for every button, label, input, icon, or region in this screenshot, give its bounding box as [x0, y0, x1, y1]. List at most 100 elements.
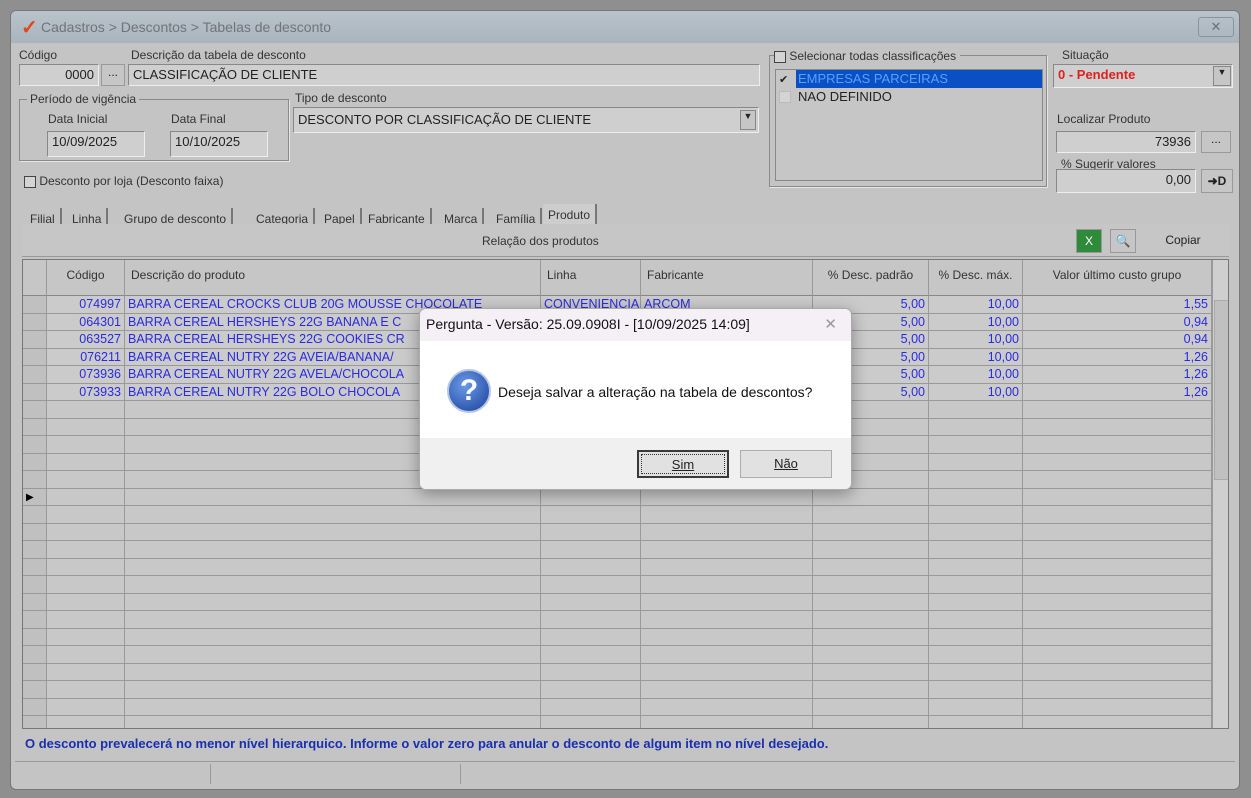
- row-indicator[interactable]: [23, 453, 47, 471]
- dialog-message: Deseja salvar a alteração na tabela de d…: [498, 384, 813, 400]
- cell-desc-max: 10,00: [929, 296, 1023, 314]
- row-indicator[interactable]: [23, 523, 47, 541]
- localizar-lookup-button[interactable]: ...: [1201, 131, 1231, 153]
- row-indicator[interactable]: [23, 681, 47, 699]
- cell-codigo: 063527: [47, 331, 125, 349]
- table-row[interactable]: [23, 698, 1212, 716]
- codigo-field[interactable]: 0000: [19, 64, 99, 86]
- close-button[interactable]: ✕: [1198, 17, 1234, 37]
- desconto-loja-checkbox[interactable]: Desconto por loja (Desconto faixa): [24, 174, 223, 188]
- row-indicator[interactable]: [23, 436, 47, 454]
- table-row[interactable]: [23, 681, 1212, 699]
- cell-linha: [541, 628, 641, 646]
- table-row[interactable]: [23, 523, 1212, 541]
- selecionar-todas-checkbox[interactable]: Selecionar todas classificações: [774, 49, 961, 63]
- cell-descricao: [125, 681, 541, 699]
- cell-valor-custo: 1,26: [1023, 348, 1212, 366]
- table-row[interactable]: [23, 646, 1212, 664]
- table-row[interactable]: [23, 663, 1212, 681]
- row-indicator[interactable]: [23, 471, 47, 489]
- sugerir-field[interactable]: 0,00: [1056, 169, 1196, 193]
- row-indicator[interactable]: [23, 593, 47, 611]
- row-indicator[interactable]: [23, 366, 47, 384]
- apply-suggestion-button[interactable]: ➜D: [1201, 169, 1233, 193]
- cell-valor-custo: 0,94: [1023, 313, 1212, 331]
- row-indicator[interactable]: [23, 646, 47, 664]
- row-indicator[interactable]: [23, 611, 47, 629]
- table-row[interactable]: [23, 611, 1212, 629]
- descricao-field[interactable]: CLASSIFICAÇÃO DE CLIENTE: [128, 64, 760, 86]
- row-indicator[interactable]: [23, 628, 47, 646]
- situacao-select[interactable]: 0 - Pendente ▼: [1053, 64, 1233, 88]
- row-indicator[interactable]: [23, 698, 47, 716]
- column-header-fabricante[interactable]: Fabricante: [641, 260, 813, 296]
- cell-descricao: [125, 716, 541, 728]
- row-indicator[interactable]: [23, 348, 47, 366]
- current-row-arrow-icon[interactable]: ▶: [23, 488, 47, 506]
- row-indicator[interactable]: [23, 296, 47, 314]
- vertical-scrollbar[interactable]: [1212, 260, 1228, 728]
- column-header-desc-max[interactable]: % Desc. máx.: [929, 260, 1023, 296]
- table-row[interactable]: [23, 576, 1212, 594]
- scrollbar-thumb[interactable]: [1214, 300, 1228, 480]
- table-row[interactable]: [23, 541, 1212, 559]
- localizar-field[interactable]: 73936: [1056, 131, 1196, 153]
- checkbox-icon: [774, 50, 786, 63]
- column-header-descricao[interactable]: Descrição do produto: [125, 260, 541, 296]
- dialog-close-button[interactable]: ✕: [824, 315, 837, 333]
- cell-fabricante: [641, 593, 813, 611]
- table-row[interactable]: [23, 593, 1212, 611]
- excel-export-button[interactable]: X: [1076, 229, 1102, 253]
- codigo-label: Código: [19, 48, 58, 62]
- row-indicator[interactable]: [23, 541, 47, 559]
- row-indicator[interactable]: [23, 663, 47, 681]
- list-item[interactable]: ✔ EMPRESAS PARCEIRAS: [776, 70, 1042, 88]
- row-indicator[interactable]: [23, 506, 47, 524]
- cell-desc-padrao: [813, 488, 929, 506]
- row-indicator[interactable]: [23, 418, 47, 436]
- cell-fabricante: [641, 628, 813, 646]
- cell-codigo: 074997: [47, 296, 125, 314]
- table-row[interactable]: [23, 558, 1212, 576]
- classificacoes-list[interactable]: ✔ EMPRESAS PARCEIRAS NAO DEFINIDO: [775, 69, 1043, 181]
- column-header-indicator[interactable]: [23, 260, 47, 296]
- window-title: Cadastros > Descontos > Tabelas de desco…: [41, 19, 332, 35]
- codigo-lookup-button[interactable]: ...: [101, 64, 125, 86]
- row-indicator[interactable]: [23, 401, 47, 419]
- cell-desc-max: [929, 716, 1023, 728]
- table-row[interactable]: ▶: [23, 488, 1212, 506]
- table-row[interactable]: [23, 506, 1212, 524]
- column-header-codigo[interactable]: Código: [47, 260, 125, 296]
- list-item[interactable]: NAO DEFINIDO: [776, 88, 1042, 106]
- row-indicator[interactable]: [23, 576, 47, 594]
- column-header-desc-padrao[interactable]: % Desc. padrão: [813, 260, 929, 296]
- nao-button[interactable]: Não: [740, 450, 832, 478]
- sim-button[interactable]: Sim: [637, 450, 729, 478]
- cell-desc-padrao: [813, 646, 929, 664]
- cell-desc-max: [929, 698, 1023, 716]
- data-final-field[interactable]: 10/10/2025: [170, 131, 268, 157]
- row-indicator[interactable]: [23, 383, 47, 401]
- data-inicial-label: Data Inicial: [48, 112, 108, 126]
- table-row[interactable]: [23, 716, 1212, 728]
- cell-descricao: [125, 576, 541, 594]
- cell-fabricante: [641, 506, 813, 524]
- column-header-linha[interactable]: Linha: [541, 260, 641, 296]
- row-indicator[interactable]: [23, 558, 47, 576]
- data-inicial-field[interactable]: 10/09/2025: [47, 131, 145, 157]
- cell-desc-max: [929, 436, 1023, 454]
- cell-codigo: 064301: [47, 313, 125, 331]
- row-indicator[interactable]: [23, 313, 47, 331]
- search-button[interactable]: 🔍: [1110, 229, 1136, 253]
- table-row[interactable]: [23, 628, 1212, 646]
- cell-desc-padrao: [813, 698, 929, 716]
- row-indicator[interactable]: [23, 716, 47, 728]
- cell-descricao: [125, 698, 541, 716]
- tipo-select[interactable]: DESCONTO POR CLASSIFICAÇÃO DE CLIENTE ▼: [293, 107, 759, 133]
- row-indicator[interactable]: [23, 331, 47, 349]
- copiar-button[interactable]: Copiar: [1142, 229, 1224, 253]
- cell-linha: [541, 716, 641, 728]
- cell-codigo: 073936: [47, 366, 125, 384]
- cell-desc-max: [929, 488, 1023, 506]
- column-header-valor-custo[interactable]: Valor último custo grupo: [1023, 260, 1212, 296]
